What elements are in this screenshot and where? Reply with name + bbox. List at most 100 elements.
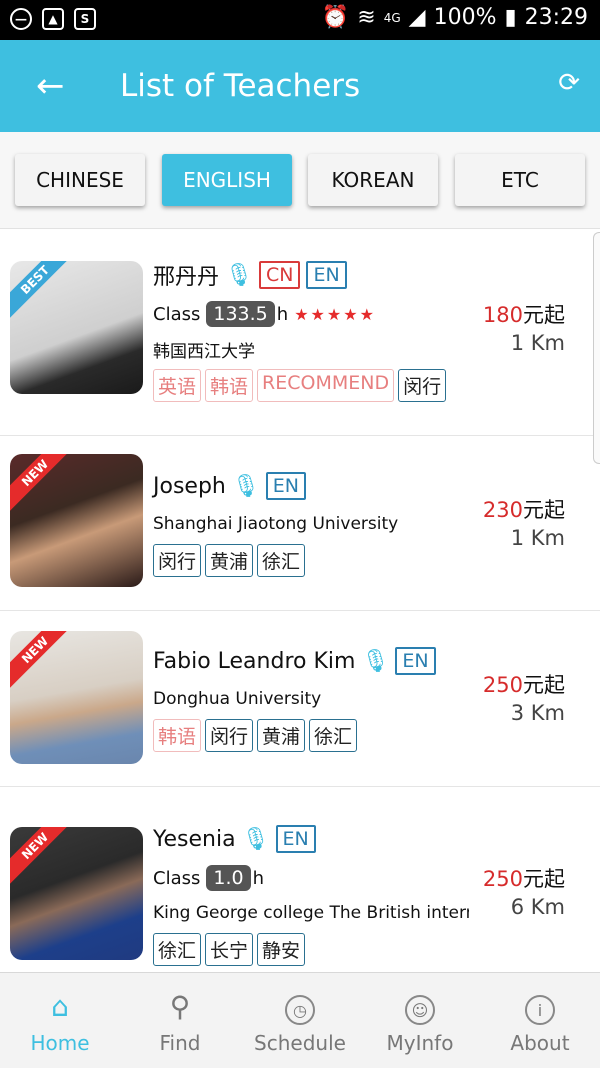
home-icon: ⌂ [51, 990, 69, 1023]
teacher-school: Shanghai Jiaotong University [153, 514, 399, 534]
teacher-school: King George college The British internat… [153, 903, 469, 923]
tag: 闵行 [205, 719, 254, 752]
teacher-card[interactable]: NEW Joseph 🎙 EN Shanghai Jiaotong Univer… [0, 436, 600, 611]
language-badge: CN [258, 261, 301, 289]
teacher-name-row: 邢丹丹 🎙 CN EN [153, 259, 347, 291]
new-ribbon: NEW [10, 827, 81, 892]
tab-chinese[interactable]: CHINESE [15, 154, 145, 206]
teacher-distance: 6 Km [510, 895, 565, 919]
teacher-name-row: Joseph 🎙 EN [153, 472, 307, 500]
price-number: 180 [482, 303, 523, 327]
new-ribbon: NEW [10, 454, 81, 519]
search-icon: ⚲ [169, 990, 191, 1023]
nav-home[interactable]: ⌂ Home [0, 973, 120, 1068]
nav-schedule[interactable]: ◷ Schedule [240, 973, 360, 1068]
user-icon: ☺ [360, 989, 480, 1025]
price-unit: 元起 [523, 498, 565, 522]
teacher-name-row: Yesenia 🎙 EN [153, 825, 316, 853]
tag: 黄浦 [205, 544, 254, 577]
scrollbar[interactable] [593, 232, 600, 464]
teacher-photo: BEST [10, 261, 143, 394]
tag: 徐汇 [257, 544, 306, 577]
nav-find[interactable]: ⚲ Find [120, 973, 240, 1068]
teacher-tags: 闵行 黄浦 徐汇 [153, 544, 306, 577]
teacher-price: 250元起 [483, 669, 565, 699]
teacher-name: 邢丹丹 [153, 265, 220, 290]
teacher-name: Yesenia [153, 826, 236, 852]
tag: 英语 [153, 369, 202, 402]
image-notification-icon: ▲ [42, 8, 64, 30]
app-bar: ← List of Teachers ⟳ [0, 40, 600, 132]
teacher-card[interactable]: BEST 邢丹丹 🎙 CN EN Class 133.5 h ★★★★★ 韩国西… [0, 229, 600, 436]
wifi-icon: ≋ [357, 5, 376, 30]
microphone-icon: 🎙 [231, 473, 260, 499]
tag: RECOMMEND [257, 369, 395, 402]
nav-label: Schedule [254, 1031, 346, 1055]
microphone-icon: 🎙 [241, 826, 270, 852]
teacher-price: 180元起 [483, 299, 565, 329]
clock-time: 23:29 [524, 5, 588, 30]
do-not-disturb-icon: — [10, 8, 32, 30]
tag: 闵行 [153, 544, 202, 577]
battery-charging-icon: ▮ [504, 5, 517, 30]
teacher-photo: NEW [10, 454, 143, 587]
tag: 徐汇 [309, 719, 358, 752]
teacher-name-row: Fabio Leandro Kim 🎙 EN [153, 647, 436, 675]
price-number: 250 [482, 673, 523, 697]
tag: 韩语 [205, 369, 254, 402]
class-unit: h [252, 867, 264, 889]
tab-etc[interactable]: ETC [455, 154, 585, 206]
network-type: 4G [383, 10, 401, 25]
teacher-name: Joseph [153, 473, 226, 499]
nav-label: Find [159, 1031, 201, 1055]
nav-label: MyInfo [386, 1031, 454, 1055]
teacher-tags: 英语 韩语 RECOMMEND 闵行 [153, 369, 447, 402]
language-badge: EN [275, 825, 316, 853]
language-tabs: CHINESE ENGLISH KOREAN ETC [0, 132, 600, 229]
teacher-price: 250元起 [483, 863, 565, 893]
refresh-icon[interactable]: ⟳ [558, 68, 580, 98]
teacher-name: Fabio Leandro Kim [153, 648, 356, 674]
class-hours-badge: 1.0 [206, 865, 251, 891]
nav-label: Home [30, 1031, 90, 1055]
battery-percent: 100% [433, 5, 497, 30]
back-arrow-icon[interactable]: ← [36, 66, 65, 106]
tag: 长宁 [205, 933, 254, 966]
tab-english[interactable]: ENGLISH [162, 154, 292, 206]
teacher-photo: NEW [10, 827, 143, 960]
clock-icon: ◷ [240, 989, 360, 1025]
price-unit: 元起 [523, 303, 565, 327]
teacher-tags: 韩语 闵行 黄浦 徐汇 [153, 719, 358, 752]
tag: 韩语 [153, 719, 202, 752]
status-right: ⏰ ≋ 4G ◢ 100% ▮ 23:29 [322, 5, 588, 30]
new-ribbon: NEW [10, 631, 81, 696]
tag: 徐汇 [153, 933, 202, 966]
tab-korean[interactable]: KOREAN [308, 154, 438, 206]
teacher-card[interactable]: NEW Yesenia 🎙 EN Class 1.0 h King George… [0, 787, 600, 972]
signal-icon: ◢ [408, 5, 426, 30]
nav-label: About [510, 1031, 570, 1055]
app-notification-icon: S [74, 8, 96, 30]
microphone-icon: 🎙 [361, 648, 390, 674]
teacher-distance: 3 Km [510, 701, 565, 725]
teacher-school: Donghua University [153, 689, 322, 709]
tag: 黄浦 [257, 719, 306, 752]
teacher-photo: NEW [10, 631, 143, 764]
teacher-card[interactable]: NEW Fabio Leandro Kim 🎙 EN Donghua Unive… [0, 611, 600, 787]
price-number: 230 [482, 498, 523, 522]
price-unit: 元起 [523, 673, 565, 697]
teacher-school: 韩国西江大学 [153, 342, 255, 362]
microphone-icon: 🎙 [225, 262, 253, 288]
class-hours-badge: 133.5 [206, 301, 275, 327]
language-badge: EN [265, 472, 307, 500]
status-bar: — ▲ S ⏰ ≋ 4G ◢ 100% ▮ 23:29 [0, 0, 600, 40]
price-unit: 元起 [523, 867, 565, 891]
class-hours-row: Class 133.5 h ★★★★★ [153, 301, 376, 327]
nav-myinfo[interactable]: ☺ MyInfo [360, 973, 480, 1068]
class-unit: h [276, 303, 289, 325]
info-icon: i [480, 989, 600, 1025]
nav-about[interactable]: i About [480, 973, 600, 1068]
class-label: Class [153, 303, 201, 325]
language-badge: EN [306, 261, 347, 289]
page-title: List of Teachers [120, 68, 361, 104]
